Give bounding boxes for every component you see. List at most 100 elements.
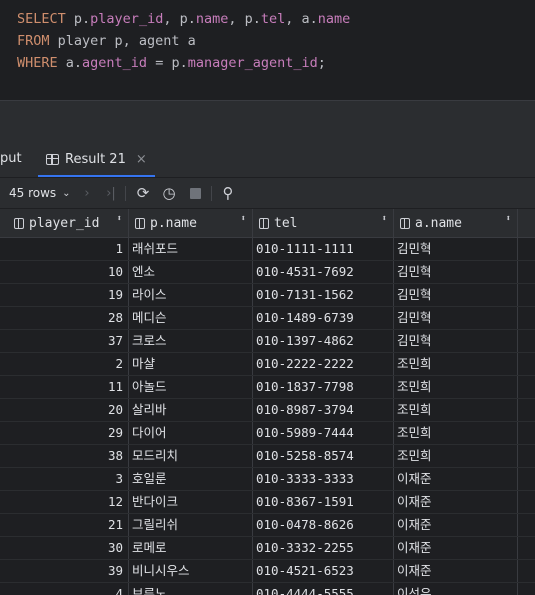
cell-p-name[interactable]: 로메로 (129, 537, 253, 559)
table-row[interactable]: 20 살리바 010-8987-3794 조민희 (0, 399, 535, 422)
row-number-cell[interactable] (0, 514, 8, 536)
column-header-p-name[interactable]: p.name ⬍ (129, 209, 253, 237)
row-number-cell[interactable] (0, 445, 8, 467)
table-row[interactable]: 10 엔소 010-4531-7692 김민혁 (0, 261, 535, 284)
cell-a-name[interactable]: 이선우 (394, 583, 518, 595)
cell-p-name[interactable]: 엔소 (129, 261, 253, 283)
last-page-icon[interactable]: ›| (102, 178, 120, 208)
cell-p-name[interactable]: 크로스 (129, 330, 253, 352)
cell-a-name[interactable]: 김민혁 (394, 307, 518, 329)
editor-line-select[interactable]: SELECT p.player_id, p.name, p.tel, a.nam… (17, 8, 350, 30)
row-count-dropdown[interactable]: 45 rows ⌄ (9, 178, 71, 208)
cell-player-id[interactable]: 20 (8, 399, 129, 421)
cell-tel[interactable]: 010-1489-6739 (253, 307, 394, 329)
table-row[interactable]: 11 아놀드 010-1837-7798 조민희 (0, 376, 535, 399)
cell-p-name[interactable]: 아놀드 (129, 376, 253, 398)
cell-p-name[interactable]: 라이스 (129, 284, 253, 306)
cell-tel[interactable]: 010-0478-8626 (253, 514, 394, 536)
cell-a-name[interactable]: 조민희 (394, 399, 518, 421)
row-number-cell[interactable] (0, 422, 8, 444)
cell-tel[interactable]: 010-4444-5555 (253, 583, 394, 595)
row-number-cell[interactable] (0, 307, 8, 329)
table-row[interactable]: 37 크로스 010-1397-4862 김민혁 (0, 330, 535, 353)
cell-tel[interactable]: 010-5989-7444 (253, 422, 394, 444)
cell-a-name[interactable]: 이재준 (394, 560, 518, 582)
cell-player-id[interactable]: 30 (8, 537, 129, 559)
tab-result-21[interactable]: Result 21 × (38, 141, 155, 177)
cell-tel[interactable]: 010-4531-7692 (253, 261, 394, 283)
row-number-cell[interactable] (0, 330, 8, 352)
cell-a-name[interactable]: 이재준 (394, 514, 518, 536)
table-row[interactable]: 19 라이스 010-7131-1562 김민혁 (0, 284, 535, 307)
table-row[interactable]: 2 마샬 010-2222-2222 조민희 (0, 353, 535, 376)
table-row[interactable]: 21 그릴리쉬 010-0478-8626 이재준 (0, 514, 535, 537)
cell-p-name[interactable]: 메디슨 (129, 307, 253, 329)
sort-icon[interactable]: ⬍ (117, 215, 122, 224)
cell-p-name[interactable]: 모드리치 (129, 445, 253, 467)
cell-player-id[interactable]: 39 (8, 560, 129, 582)
sort-icon[interactable]: ⬍ (382, 215, 387, 224)
cell-player-id[interactable]: 21 (8, 514, 129, 536)
row-number-cell[interactable] (0, 376, 8, 398)
cell-a-name[interactable]: 이재준 (394, 537, 518, 559)
cell-tel[interactable]: 010-8367-1591 (253, 491, 394, 513)
cell-player-id[interactable]: 2 (8, 353, 129, 375)
cell-player-id[interactable]: 37 (8, 330, 129, 352)
cell-player-id[interactable]: 3 (8, 468, 129, 490)
refresh-icon[interactable]: ⟳ (134, 178, 152, 208)
table-row[interactable]: 3 호일룬 010-3333-3333 이재준 (0, 468, 535, 491)
table-row[interactable]: 29 다이어 010-5989-7444 조민희 (0, 422, 535, 445)
cell-tel[interactable]: 010-8987-3794 (253, 399, 394, 421)
table-row[interactable]: 39 비니시우스 010-4521-6523 이재준 (0, 560, 535, 583)
cell-player-id[interactable]: 29 (8, 422, 129, 444)
row-number-cell[interactable] (0, 468, 8, 490)
row-number-cell[interactable] (0, 399, 8, 421)
row-number-cell[interactable] (0, 238, 8, 260)
column-header-player-id[interactable]: player_id ⬍ (8, 209, 129, 237)
cell-a-name[interactable]: 김민혁 (394, 238, 518, 260)
cell-p-name[interactable]: 호일룬 (129, 468, 253, 490)
query-history-icon[interactable]: ◷ (160, 178, 178, 208)
sql-editor[interactable]: SELECT p.player_id, p.name, p.tel, a.nam… (0, 0, 535, 100)
cell-player-id[interactable]: 38 (8, 445, 129, 467)
cell-tel[interactable]: 010-3333-3333 (253, 468, 394, 490)
cell-player-id[interactable]: 28 (8, 307, 129, 329)
cell-tel[interactable]: 010-7131-1562 (253, 284, 394, 306)
cell-tel[interactable]: 010-1111-1111 (253, 238, 394, 260)
cell-a-name[interactable]: 김민혁 (394, 284, 518, 306)
cell-a-name[interactable]: 이재준 (394, 491, 518, 513)
sort-icon[interactable]: ⬍ (241, 215, 246, 224)
cell-player-id[interactable]: 1 (8, 238, 129, 260)
editor-line-where[interactable]: WHERE a.agent_id = p.manager_agent_id; (17, 52, 326, 74)
cell-p-name[interactable]: 브루노 (129, 583, 253, 595)
row-number-cell[interactable] (0, 353, 8, 375)
cell-a-name[interactable]: 김민혁 (394, 330, 518, 352)
cell-player-id[interactable]: 19 (8, 284, 129, 306)
row-number-cell[interactable] (0, 261, 8, 283)
cell-p-name[interactable]: 살리바 (129, 399, 253, 421)
tab-output[interactable]: put (0, 151, 22, 166)
cell-player-id[interactable]: 4 (8, 583, 129, 595)
table-row[interactable]: 1 래쉬포드 010-1111-1111 김민혁 (0, 238, 535, 261)
cell-a-name[interactable]: 조민희 (394, 445, 518, 467)
table-row[interactable]: 4 브루노 010-4444-5555 이선우 (0, 583, 535, 595)
cell-tel[interactable]: 010-2222-2222 (253, 353, 394, 375)
cell-p-name[interactable]: 비니시우스 (129, 560, 253, 582)
result-grid[interactable]: player_id ⬍ p.name ⬍ tel ⬍ a.name ⬍ 1 래쉬포… (0, 209, 535, 595)
table-row[interactable]: 30 로메로 010-3332-2255 이재준 (0, 537, 535, 560)
cell-tel[interactable]: 010-5258-8574 (253, 445, 394, 467)
editor-line-from[interactable]: FROM player p, agent a (17, 30, 196, 52)
cell-tel[interactable]: 010-3332-2255 (253, 537, 394, 559)
cell-tel[interactable]: 010-1397-4862 (253, 330, 394, 352)
cell-p-name[interactable]: 다이어 (129, 422, 253, 444)
cell-player-id[interactable]: 10 (8, 261, 129, 283)
column-header-a-name[interactable]: a.name ⬍ (394, 209, 518, 237)
cell-a-name[interactable]: 조민희 (394, 353, 518, 375)
cell-p-name[interactable]: 그릴리쉬 (129, 514, 253, 536)
cell-a-name[interactable]: 조민희 (394, 376, 518, 398)
cell-p-name[interactable]: 래쉬포드 (129, 238, 253, 260)
column-header-tel[interactable]: tel ⬍ (253, 209, 394, 237)
table-row[interactable]: 28 메디슨 010-1489-6739 김민혁 (0, 307, 535, 330)
row-number-cell[interactable] (0, 560, 8, 582)
cell-a-name[interactable]: 김민혁 (394, 261, 518, 283)
